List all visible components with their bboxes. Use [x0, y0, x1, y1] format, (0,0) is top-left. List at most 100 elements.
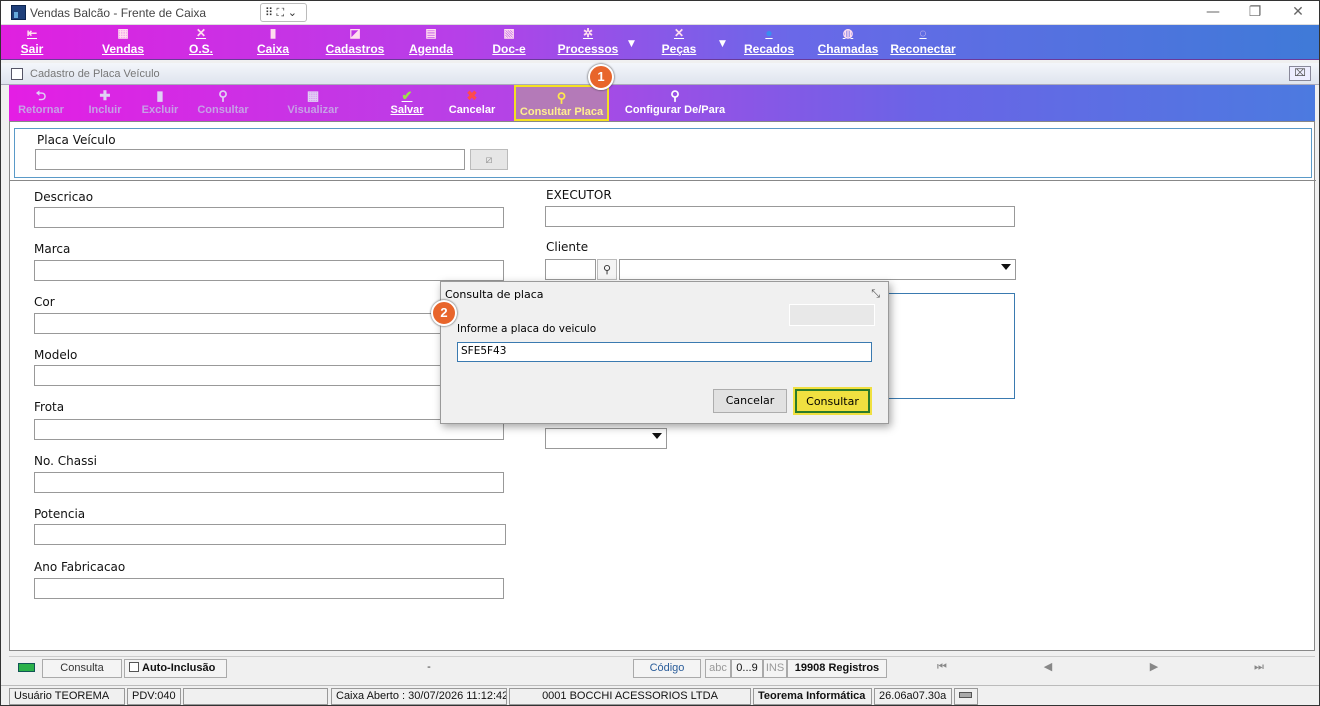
ano-input[interactable] [34, 578, 504, 599]
gear-icon: ✲ [582, 26, 594, 40]
codigo-cell[interactable]: Código [633, 659, 701, 678]
auto-inclusao-label: Auto-Inclusão [142, 662, 216, 674]
chassi-input[interactable] [34, 472, 504, 493]
app-window: Vendas Balcão - Frente de Caixa ⠿ ⛶ ⌄ — … [0, 0, 1320, 706]
modelo-input[interactable] [34, 365, 504, 386]
placa-lookup-button[interactable]: ⧄ [470, 149, 508, 170]
incluir-button[interactable]: ✚ Incluir [83, 85, 127, 121]
menu-pecas-button[interactable]: ✕ Peças [655, 25, 703, 60]
cliente-code-input[interactable] [545, 259, 596, 280]
message-icon: ● [765, 26, 773, 40]
menu-processos-button[interactable]: ✲ Processos [555, 25, 621, 60]
pecas-dropdown-icon[interactable]: ▼ [719, 39, 726, 49]
connection-led-icon [18, 663, 35, 672]
document-icon: ▧ [503, 26, 515, 40]
app-logo-icon [11, 5, 26, 20]
menu-caixa-button[interactable]: ▮ Caixa [253, 25, 293, 60]
processos-dropdown-icon[interactable]: ▼ [628, 39, 635, 49]
cliente-label: Cliente [546, 240, 589, 254]
check-icon: ✔ [401, 88, 413, 103]
configurar-depara-button[interactable]: ⚲ Configurar De/Para [619, 85, 731, 121]
step-badge-1: 1 [588, 64, 614, 90]
empresa-cell: 0001 BOCCHI ACESSORIOS LTDA [509, 688, 751, 705]
auto-inclusao-checkbox[interactable]: Auto-Inclusão [124, 659, 227, 678]
marca-label: Marca [34, 242, 71, 256]
cliente-select[interactable] [619, 259, 1016, 280]
close-icon[interactable]: ✕ [1288, 4, 1308, 20]
cashier-icon: ▮ [269, 26, 277, 40]
dialog-resize-icon[interactable]: ⤡ [871, 287, 880, 301]
step-badge-2: 2 [431, 300, 457, 326]
form-toolbar: ⮌ Retornar ✚ Incluir ▮ Excluir ⚲ Consultar ▦… [9, 85, 1315, 121]
cor-label: Cor [34, 295, 55, 309]
menu-reconectar-button[interactable]: ◌ Reconectar [887, 25, 959, 60]
keyboard-icon [954, 688, 978, 705]
consultar-button[interactable]: ⚲ Consultar [193, 85, 253, 121]
cliente-search-icon[interactable]: ⚲ [597, 259, 617, 280]
mode-cell: Consulta [42, 659, 122, 678]
parts-icon: ✕ [673, 26, 685, 40]
menu-doce-button[interactable]: ▧ Doc-e [487, 25, 531, 60]
descricao-input[interactable] [34, 207, 504, 228]
retornar-button[interactable]: ⮌ Retornar [11, 85, 71, 121]
view-icon: ▦ [306, 88, 320, 103]
nav-last-button[interactable]: ⏭ [1207, 659, 1311, 678]
chevron-down-icon [652, 433, 662, 439]
salvar-button[interactable]: ✔ Salvar [387, 85, 427, 121]
footer-status-bar: Usuário TEOREMA PDV:040 Caixa Aberto : 3… [1, 685, 1319, 705]
menu-vendas-button[interactable]: ▦ Vendas [97, 25, 149, 60]
cancelar-button[interactable]: ✖ Cancelar [445, 85, 499, 121]
caixa-cell: Caixa Aberto : 30/07/2026 11:12:42 [331, 688, 507, 705]
placa-dialog-input[interactable]: SFE5F43 [457, 342, 872, 362]
dialog-decoration [789, 304, 875, 326]
nav-prev-button[interactable]: ◀ [995, 659, 1101, 678]
form-icon [11, 68, 23, 80]
frota-label: Frota [34, 400, 65, 414]
menu-sair-button[interactable]: ⇤ Sair [15, 25, 49, 60]
search-plate-icon: ⚲ [556, 90, 567, 105]
window-layout-button[interactable]: ⠿ ⛶ ⌄ [260, 3, 307, 22]
consultar-placa-button[interactable]: ⚲ Consultar Placa [514, 85, 609, 121]
teorema-cell: Teorema Informática [753, 688, 872, 705]
dialog-prompt: Informe a placa do veiculo [457, 323, 597, 335]
abc-cell: abc [705, 659, 731, 678]
record-status-bar: Consulta Auto-Inclusão - Código abc 0...… [9, 656, 1315, 678]
menu-chamadas-button[interactable]: ◍ Chamadas [815, 25, 881, 60]
ano-label: Ano Fabricacao [34, 560, 126, 574]
chevron-down-icon [1001, 264, 1011, 270]
menu-cadastros-button[interactable]: ◪ Cadastros [323, 25, 387, 60]
potencia-label: Potencia [34, 507, 86, 521]
return-icon: ⮌ [35, 88, 47, 103]
menu-agenda-button[interactable]: ▤ Agenda [405, 25, 457, 60]
register-icon: ◪ [349, 26, 361, 40]
child-window-title: Cadastro de Placa Veículo [30, 68, 160, 80]
marca-input[interactable] [34, 260, 504, 281]
child-close-button[interactable]: ⌧ [1289, 66, 1311, 81]
configure-icon: ⚲ [670, 88, 680, 103]
frota-input[interactable] [34, 419, 504, 440]
observacao-box[interactable] [886, 293, 1015, 399]
cancel-icon: ✖ [466, 88, 478, 103]
logout-icon: ⇤ [26, 26, 38, 40]
chassi-label: No. Chassi [34, 454, 97, 468]
status-select[interactable] [545, 428, 667, 449]
placa-input[interactable] [35, 149, 465, 170]
visualizar-button[interactable]: ▦ Visualizar [283, 85, 343, 121]
restore-icon[interactable]: ❐ [1245, 4, 1265, 20]
menu-os-button[interactable]: ✕ O.S. [183, 25, 219, 60]
blank-cell [183, 688, 328, 705]
descricao-label: Descricao [34, 190, 94, 204]
dialog-cancel-button[interactable]: Cancelar [713, 389, 787, 413]
modelo-label: Modelo [34, 348, 78, 362]
minimize-icon[interactable]: — [1203, 4, 1223, 20]
executor-input[interactable] [545, 206, 1015, 227]
registros-cell: 19908 Registros [787, 659, 887, 678]
nav-first-button[interactable]: ⏮ [889, 659, 995, 678]
potencia-input[interactable] [34, 524, 506, 545]
dialog-consultar-button[interactable]: Consultar [795, 389, 870, 413]
menu-recados-button[interactable]: ● Recados [741, 25, 797, 60]
phone-icon: ◍ [842, 26, 854, 40]
nav-next-button[interactable]: ▶ [1101, 659, 1207, 678]
status-dash: - [427, 661, 431, 673]
excluir-button[interactable]: ▮ Excluir [137, 85, 183, 121]
